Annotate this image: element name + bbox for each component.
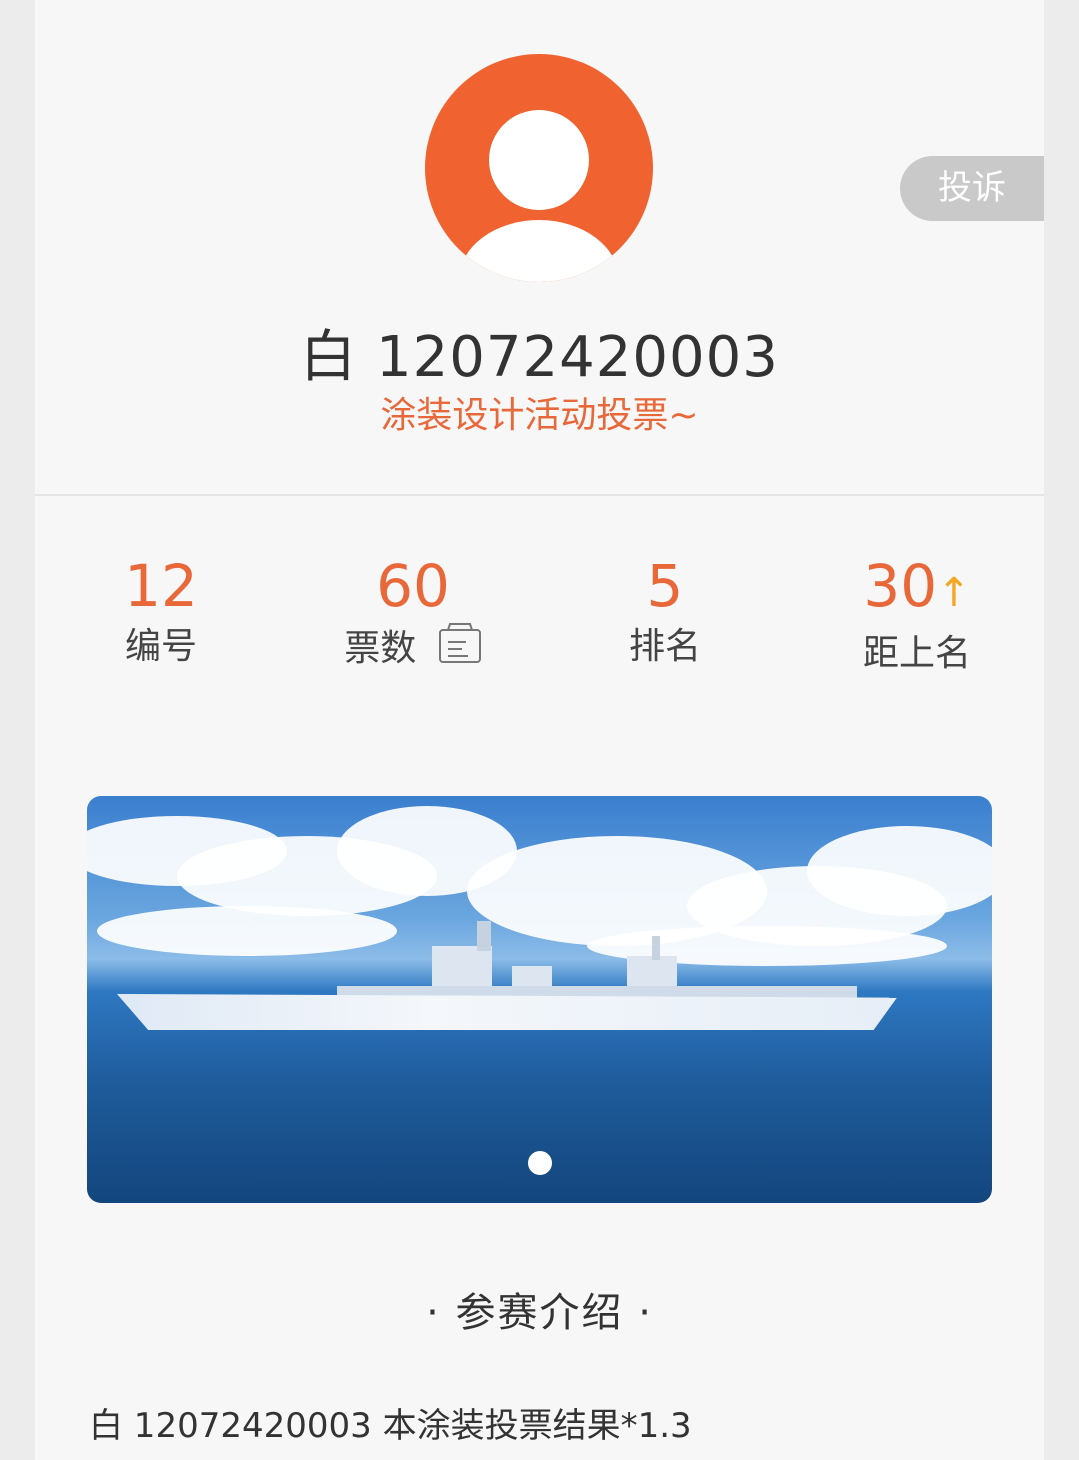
entry-title: 白 12072420003	[300, 325, 779, 390]
stat-rank-label: 排名	[628, 626, 701, 667]
stat-rank: 5 排名	[555, 550, 775, 672]
ship-mast	[652, 936, 660, 960]
skin-image-carousel[interactable]	[87, 796, 992, 1203]
stat-votes-value: 60	[376, 552, 450, 620]
complain-button[interactable]: 投诉	[900, 156, 1044, 221]
stat-gap-label: 距上名	[862, 633, 971, 674]
stat-number-value: 12	[124, 552, 198, 620]
avatar-body-shape	[459, 220, 619, 282]
section-title: · 参赛介绍 ·	[426, 1290, 653, 1336]
cloud	[97, 906, 397, 956]
stat-gap-value: 30	[863, 552, 938, 620]
activity-subtitle: 涂装设计活动投票~	[380, 395, 699, 436]
divider	[35, 494, 1044, 496]
stat-number: 12 编号	[51, 550, 271, 672]
stat-gap: 30↑ 距上名	[807, 550, 1027, 679]
avatar-head-shape	[489, 110, 589, 210]
content-card: 投诉 白 12072420003 涂装设计活动投票~ 12 编号 60 票数 5…	[35, 0, 1044, 1460]
stat-number-label: 编号	[124, 626, 197, 667]
up-arrow-icon: ↑	[937, 570, 971, 616]
ship-hull	[117, 994, 897, 1030]
stat-rank-value: 5	[646, 552, 684, 620]
cloud	[807, 826, 992, 916]
ship-mast	[477, 921, 491, 951]
stat-votes: 60 票数	[303, 550, 523, 678]
user-avatar[interactable]	[425, 54, 653, 282]
ticket-icon[interactable]	[438, 622, 482, 678]
carousel-dot-active[interactable]	[528, 1151, 552, 1175]
stat-votes-label: 票数	[344, 628, 417, 669]
entry-intro-text: 白 12072420003 本涂装投票结果*1.3	[89, 1406, 692, 1446]
